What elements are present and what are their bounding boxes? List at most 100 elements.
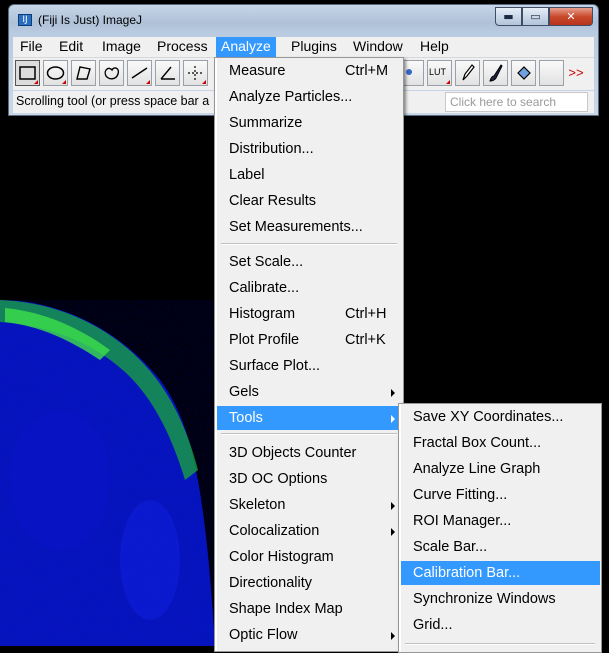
submenu-arrow-icon [391, 528, 395, 536]
menu-separator [221, 433, 397, 435]
menu-item-scale-bar[interactable]: Scale Bar... [401, 535, 600, 559]
menu-item-fractal-box-count[interactable]: Fractal Box Count... [401, 431, 600, 455]
menu-item-surface-plot[interactable]: Surface Plot... [217, 354, 402, 378]
menu-item-roi-manager[interactable]: ROI Manager... [401, 509, 600, 533]
menu-item-analyze-particles[interactable]: Analyze Particles... [217, 85, 402, 109]
menu-item-label: Curve Fitting... [413, 487, 508, 503]
title-bar[interactable]: IJ (Fiji Is Just) ImageJ ▬ ▭ ✕ [9, 5, 598, 33]
menu-item-optic-flow[interactable]: Optic Flow [217, 623, 402, 647]
menu-item-label: Gels [229, 384, 259, 400]
paintbrush-icon [489, 64, 503, 82]
maximize-icon: ▭ [530, 10, 541, 23]
search-input[interactable]: Click here to search [445, 92, 588, 112]
menu-item-analyze-line-graph[interactable]: Analyze Line Graph [401, 457, 600, 481]
menu-item-3d-objects-counter[interactable]: 3D Objects Counter [217, 441, 402, 465]
menu-plugins[interactable]: Plugins [286, 37, 342, 57]
menu-item-label: Directionality [229, 575, 312, 591]
freehand-tool[interactable] [99, 60, 124, 86]
menu-item-label: 3D OC Options [229, 471, 328, 487]
window-title: (Fiji Is Just) ImageJ [38, 13, 143, 27]
menu-item-curve-fitting[interactable]: Curve Fitting... [401, 483, 600, 507]
menu-item-label: Calibration Bar... [413, 565, 521, 581]
menu-item-label: Clear Results [229, 193, 317, 209]
analyze-menu: Measure Ctrl+M Analyze Particles... Summari… [214, 57, 404, 652]
minimize-icon: ▬ [503, 10, 514, 23]
brush-tool[interactable] [483, 60, 508, 86]
menu-window[interactable]: Window [348, 37, 408, 57]
menu-item-label: Set Scale... [229, 254, 304, 270]
menu-separator [405, 643, 595, 645]
menu-item-label: Summarize [229, 115, 303, 131]
menu-item-label: ROI Manager... [413, 513, 512, 529]
empty-tool-slot[interactable] [539, 60, 564, 86]
menu-item-measure[interactable]: Measure Ctrl+M [217, 59, 402, 83]
close-button[interactable]: ✕ [549, 7, 593, 26]
menu-item-label: Plot Profile [229, 332, 300, 348]
menu-item-label: Fractal Box Count... [413, 435, 542, 451]
menu-item-tools[interactable]: Tools [217, 406, 402, 430]
menu-process[interactable]: Process [152, 37, 213, 57]
tools-submenu: Save XY Coordinates... Fractal Box Count.… [398, 403, 602, 653]
angle-tool[interactable] [155, 60, 180, 86]
menu-item-plot-profile[interactable]: Plot Profile Ctrl+K [217, 328, 402, 352]
submenu-arrow-icon [391, 632, 395, 640]
menu-item-shortcut: Ctrl+H [345, 306, 387, 322]
menu-item-label: Analyze Line Graph [413, 461, 541, 477]
menu-item-histogram[interactable]: Histogram Ctrl+H [217, 302, 402, 326]
menu-item-distribution[interactable]: Distribution... [217, 137, 402, 161]
menu-item-synchronize-windows[interactable]: Synchronize Windows [401, 587, 600, 611]
menu-item-label: Shape Index Map [229, 601, 343, 617]
oval-tool[interactable] [43, 60, 68, 86]
menu-image[interactable]: Image [97, 37, 146, 57]
pencil-icon [462, 64, 475, 81]
menu-bar: File Edit Image Process Analyze Plugins … [13, 37, 594, 58]
menu-help[interactable]: Help [415, 37, 454, 57]
submenu-arrow-icon [391, 415, 395, 423]
polygon-icon [76, 66, 91, 80]
imagej-app-icon: IJ [18, 14, 32, 26]
window-controls: ▬ ▭ ✕ [495, 7, 593, 27]
menu-item-set-scale[interactable]: Set Scale... [217, 250, 402, 274]
rectangle-tool[interactable] [15, 60, 40, 86]
menu-item-color-histogram[interactable]: Color Histogram [217, 545, 402, 569]
flood-fill-tool[interactable] [511, 60, 536, 86]
menu-item-label: 3D Objects Counter [229, 445, 357, 461]
pencil-tool[interactable] [455, 60, 480, 86]
menu-item-clear-results[interactable]: Clear Results [217, 189, 402, 213]
menu-item-label: Calibrate... [229, 280, 300, 296]
menu-item-label: Synchronize Windows [413, 591, 556, 607]
menu-item-calibration-bar[interactable]: Calibration Bar... [401, 561, 600, 585]
menu-item-gels[interactable]: Gels [217, 380, 402, 404]
submenu-arrow-icon [391, 502, 395, 510]
point-tool[interactable] [183, 60, 208, 86]
menu-item-skeleton[interactable]: Skeleton [217, 493, 402, 517]
menu-item-save-xy-coordinates[interactable]: Save XY Coordinates... [401, 405, 600, 429]
menu-item-label: Optic Flow [229, 627, 298, 643]
menu-edit[interactable]: Edit [54, 37, 88, 57]
close-icon: ✕ [566, 10, 576, 23]
paint-bucket-icon [517, 66, 531, 80]
menu-file[interactable]: File [15, 37, 48, 57]
menu-item-calibrate[interactable]: Calibrate... [217, 276, 402, 300]
menu-item-colocalization[interactable]: Colocalization [217, 519, 402, 543]
menu-item-grid[interactable]: Grid... [401, 613, 600, 637]
more-tools-button[interactable]: >> [562, 60, 590, 86]
minimize-button[interactable]: ▬ [495, 7, 522, 26]
line-tool[interactable] [127, 60, 152, 86]
menu-item-label[interactable]: Label [217, 163, 402, 187]
menu-item-label: Analyze Particles... [229, 89, 353, 105]
maximize-button[interactable]: ▭ [522, 7, 549, 26]
lut-tool[interactable]: LUT [427, 60, 452, 86]
polygon-tool[interactable] [71, 60, 96, 86]
menu-item-shape-index-map[interactable]: Shape Index Map [217, 597, 402, 621]
menu-item-label: Color Histogram [229, 549, 334, 565]
menu-item-directionality[interactable]: Directionality [217, 571, 402, 595]
menu-item-label: Distribution... [229, 141, 314, 157]
angle-icon [160, 66, 175, 80]
lut-label: LUT [429, 67, 447, 77]
menu-item-shortcut: Ctrl+K [345, 332, 386, 348]
menu-item-3d-oc-options[interactable]: 3D OC Options [217, 467, 402, 491]
menu-analyze[interactable]: Analyze [216, 37, 276, 57]
menu-item-set-measurements[interactable]: Set Measurements... [217, 215, 402, 239]
menu-item-summarize[interactable]: Summarize [217, 111, 402, 135]
